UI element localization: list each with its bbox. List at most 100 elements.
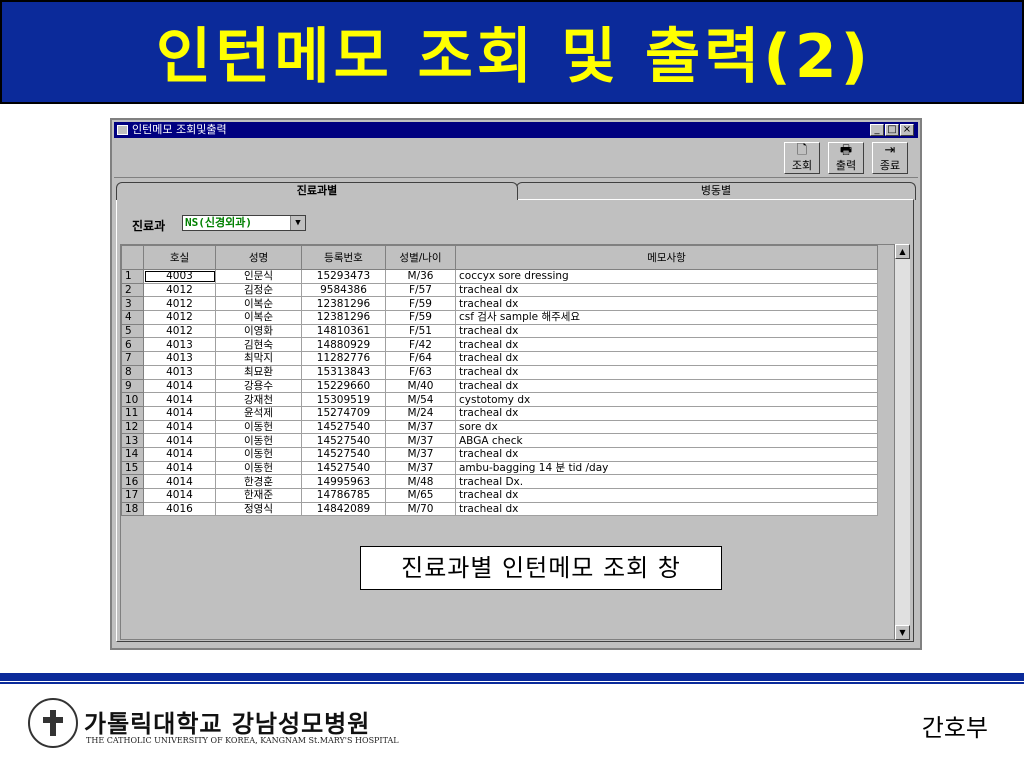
table-row[interactable]: 14 4014 이동헌 14527540 M/37 tracheal dx	[121, 446, 878, 462]
cell-sex-age[interactable]: F/59	[385, 310, 456, 325]
row-number[interactable]: 18	[121, 501, 144, 517]
cell-name[interactable]: 이복순	[215, 296, 302, 312]
row-number[interactable]: 3	[121, 296, 144, 312]
cell-memo[interactable]: tracheal dx	[455, 488, 878, 503]
column-header-name[interactable]: 성명	[215, 245, 302, 270]
search-button[interactable]: 🗋 조회	[784, 142, 820, 174]
row-number[interactable]: 14	[121, 446, 144, 462]
row-number[interactable]: 11	[121, 405, 144, 421]
cell-reg-no[interactable]: 12381296	[301, 296, 386, 312]
cell-name[interactable]: 이영화	[215, 323, 302, 339]
print-button[interactable]: 🖶 출력	[828, 142, 864, 174]
cell-room[interactable]: 4014	[143, 488, 216, 503]
cell-room[interactable]: 4014	[143, 392, 216, 407]
cell-name[interactable]: 정영식	[215, 501, 302, 517]
cell-memo[interactable]: tracheal dx	[455, 351, 878, 366]
table-row[interactable]: 13 4014 이동헌 14527540 M/37 ABGA check	[121, 433, 878, 448]
row-number[interactable]: 8	[121, 364, 144, 380]
cell-reg-no[interactable]: 14527540	[301, 433, 386, 448]
cell-room[interactable]: 4014	[143, 460, 216, 476]
table-row[interactable]: 18 4016 정영식 14842089 M/70 tracheal dx	[121, 501, 878, 517]
scroll-up-icon[interactable]: ▲	[895, 244, 910, 259]
cell-sex-age[interactable]: M/37	[385, 433, 456, 448]
table-row[interactable]: 15 4014 이동헌 14527540 M/37 ambu-bagging 14 분 t…	[121, 460, 878, 476]
table-row[interactable]: 2 4012 김정순 9584386 F/57 tracheal dx	[121, 282, 878, 298]
window-title-bar[interactable]: 인턴메모 조회및출력 _ □ ×	[114, 122, 918, 138]
cell-reg-no[interactable]: 14880929	[301, 337, 386, 353]
vertical-scrollbar[interactable]: ▲ ▼	[894, 244, 910, 640]
cell-reg-no[interactable]: 14527540	[301, 419, 386, 435]
cell-memo[interactable]: tracheal dx	[455, 446, 878, 462]
department-select[interactable]: NS(신경외과) ▼	[182, 215, 306, 231]
cell-reg-no[interactable]: 14527540	[301, 460, 386, 476]
cell-name[interactable]: 이동헌	[215, 433, 302, 448]
tab-by-ward[interactable]: 병동별	[516, 182, 916, 200]
cell-sex-age[interactable]: M/36	[385, 269, 456, 284]
table-row[interactable]: 3 4012 이복순 12381296 F/59 tracheal dx	[121, 296, 878, 312]
cell-memo[interactable]: coccyx sore dressing	[455, 269, 878, 284]
exit-button[interactable]: ⇥ 종료	[872, 142, 908, 174]
cell-memo[interactable]: ABGA check	[455, 433, 878, 448]
tab-by-department[interactable]: 진료과별	[116, 182, 518, 200]
cell-name[interactable]: 이동헌	[215, 460, 302, 476]
cell-reg-no[interactable]: 15313843	[301, 364, 386, 380]
cell-sex-age[interactable]: M/37	[385, 446, 456, 462]
table-row[interactable]: 1 4003 인문식 15293473 M/36 coccyx sore dressing	[121, 269, 878, 284]
cell-memo[interactable]: tracheal dx	[455, 501, 878, 517]
cell-room[interactable]: 4012	[143, 323, 216, 339]
table-row[interactable]: 4 4012 이복순 12381296 F/59 csf 검사 sample 해주세요	[121, 310, 878, 325]
cell-name[interactable]: 강재천	[215, 392, 302, 407]
cell-room[interactable]: 4013	[143, 337, 216, 353]
cell-sex-age[interactable]: M/70	[385, 501, 456, 517]
cell-memo[interactable]: tracheal dx	[455, 378, 878, 394]
column-header-room[interactable]: 호실	[143, 245, 216, 270]
cell-name[interactable]: 김정순	[215, 282, 302, 298]
cell-name[interactable]: 이동헌	[215, 446, 302, 462]
cell-memo[interactable]: tracheal dx	[455, 282, 878, 298]
cell-reg-no[interactable]: 14786785	[301, 488, 386, 503]
cell-reg-no[interactable]: 14527540	[301, 446, 386, 462]
cell-room[interactable]: 4016	[143, 501, 216, 517]
table-row[interactable]: 6 4013 김현숙 14880929 F/42 tracheal dx	[121, 337, 878, 353]
cell-sex-age[interactable]: F/64	[385, 351, 456, 366]
cell-memo[interactable]: sore dx	[455, 419, 878, 435]
chevron-down-icon[interactable]: ▼	[290, 216, 305, 230]
column-header-memo[interactable]: 메모사항	[455, 245, 878, 270]
minimize-button[interactable]: _	[870, 124, 884, 136]
cell-room[interactable]: 4014	[143, 474, 216, 489]
cell-memo[interactable]: tracheal dx	[455, 405, 878, 421]
table-row[interactable]: 16 4014 한경훈 14995963 M/48 tracheal Dx.	[121, 474, 878, 489]
table-row[interactable]: 17 4014 한재준 14786785 M/65 tracheal dx	[121, 488, 878, 503]
cell-memo[interactable]: tracheal dx	[455, 296, 878, 312]
cell-sex-age[interactable]: M/37	[385, 460, 456, 476]
cell-reg-no[interactable]: 9584386	[301, 282, 386, 298]
cell-room[interactable]: 4014	[143, 446, 216, 462]
cell-room[interactable]: 4013	[143, 364, 216, 380]
cell-room[interactable]: 4014	[143, 419, 216, 435]
cell-reg-no[interactable]: 12381296	[301, 310, 386, 325]
close-button[interactable]: ×	[900, 124, 914, 136]
cell-reg-no[interactable]: 15293473	[301, 269, 386, 284]
cell-memo[interactable]: ambu-bagging 14 분 tid /day	[455, 460, 878, 476]
cell-name[interactable]: 최막지	[215, 351, 302, 366]
cell-room[interactable]: 4012	[143, 310, 216, 325]
cell-name[interactable]: 한재준	[215, 488, 302, 503]
cell-room[interactable]: 4014	[143, 433, 216, 448]
cell-name[interactable]: 이동헌	[215, 419, 302, 435]
cell-reg-no[interactable]: 11282776	[301, 351, 386, 366]
row-number[interactable]: 2	[121, 282, 144, 298]
cell-memo[interactable]: tracheal dx	[455, 337, 878, 353]
cell-memo[interactable]: tracheal dx	[455, 364, 878, 380]
column-header-reg-no[interactable]: 등록번호	[301, 245, 386, 270]
table-row[interactable]: 8 4013 최묘환 15313843 F/63 tracheal dx	[121, 364, 878, 380]
cell-memo[interactable]: csf 검사 sample 해주세요	[455, 310, 878, 325]
table-row[interactable]: 7 4013 최막지 11282776 F/64 tracheal dx	[121, 351, 878, 366]
cell-reg-no[interactable]: 14995963	[301, 474, 386, 489]
row-number[interactable]: 4	[121, 310, 144, 325]
scroll-down-icon[interactable]: ▼	[895, 625, 910, 640]
column-header-sex-age[interactable]: 성별/나이	[385, 245, 456, 270]
cell-reg-no[interactable]: 15229660	[301, 378, 386, 394]
cell-reg-no[interactable]: 15274709	[301, 405, 386, 421]
cell-memo[interactable]: tracheal dx	[455, 323, 878, 339]
row-number[interactable]: 6	[121, 337, 144, 353]
